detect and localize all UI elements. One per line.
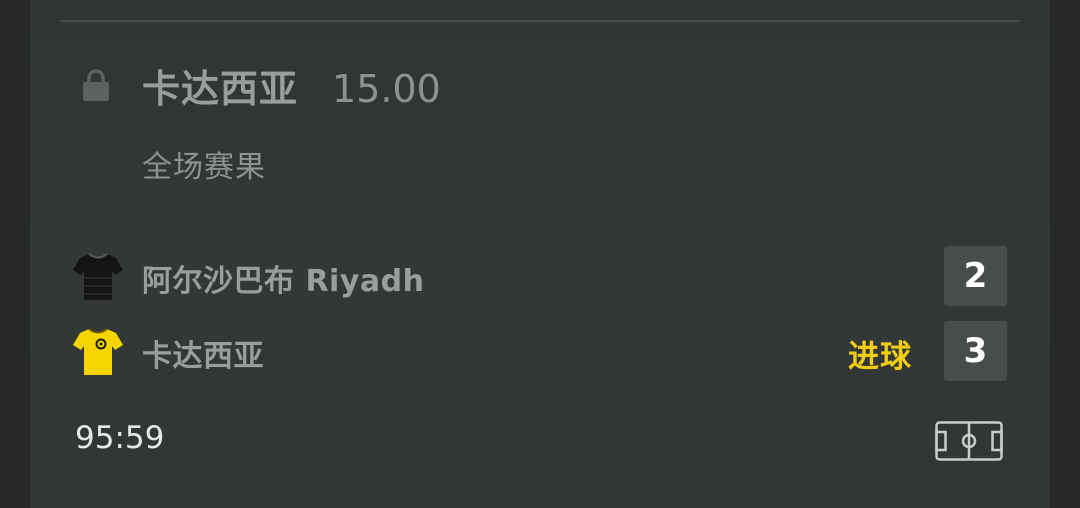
- page: 卡达西亚 15.00 全场赛果 阿尔沙巴布 Riyadh 2 卡达西亚 进球 3…: [0, 0, 1080, 508]
- home-team-name: 阿尔沙巴布 Riyadh: [142, 264, 425, 299]
- lock-icon: [82, 68, 110, 102]
- odds-value: 15.00: [332, 67, 441, 111]
- away-team-row: 卡达西亚 进球 3: [72, 321, 1007, 381]
- selection-header: 卡达西亚 15.00: [142, 58, 441, 111]
- market-name: 全场赛果: [142, 150, 266, 185]
- away-team-name: 卡达西亚: [142, 339, 264, 374]
- top-divider: [60, 20, 1020, 22]
- home-jersey-icon: [72, 250, 124, 302]
- home-score: 2: [944, 246, 1007, 306]
- away-jersey-icon: [72, 325, 124, 377]
- match-clock: 95:59: [75, 420, 165, 456]
- away-score: 3: [944, 321, 1007, 381]
- football-pitch-icon[interactable]: [935, 421, 1003, 461]
- selection-name: 卡达西亚: [142, 67, 299, 111]
- goal-indicator: 进球: [848, 339, 912, 375]
- home-team-row: 阿尔沙巴布 Riyadh 2: [72, 246, 1007, 306]
- bet-card: 卡达西亚 15.00 全场赛果 阿尔沙巴布 Riyadh 2 卡达西亚 进球 3…: [30, 0, 1050, 508]
